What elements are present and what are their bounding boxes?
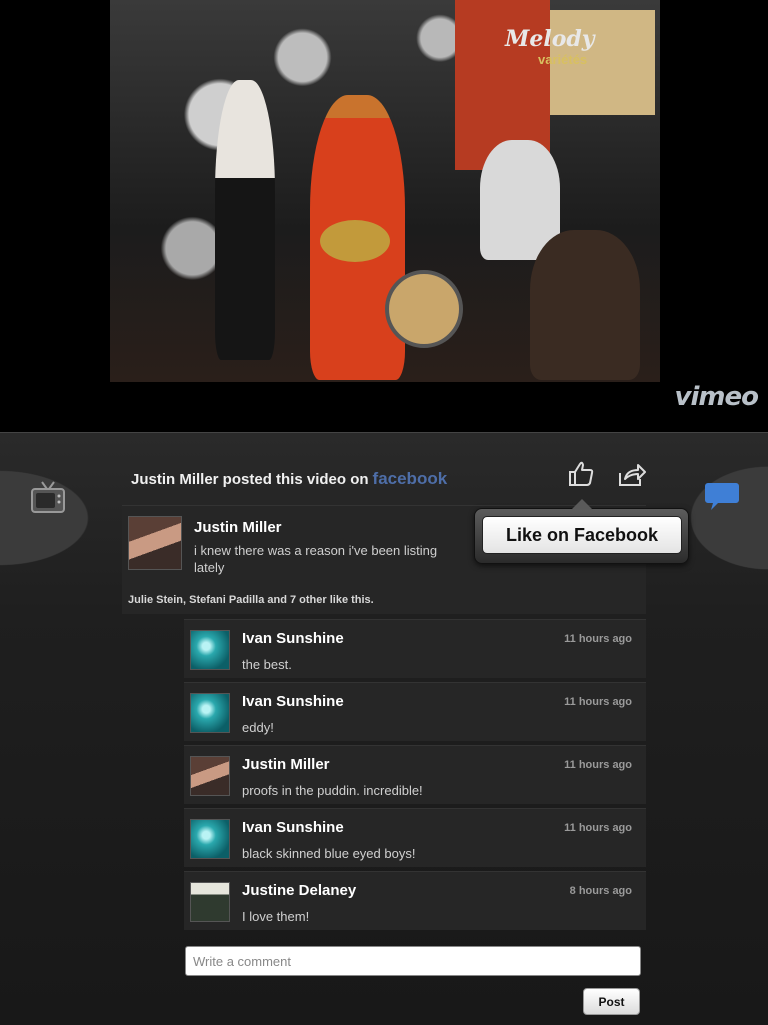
video-area: Melody variétés vimeo: [0, 0, 768, 432]
comment-row: Ivan Sunshine 11 hours ago the best.: [184, 619, 646, 678]
video-guitar: [320, 220, 390, 262]
tv-icon[interactable]: [30, 480, 66, 516]
thumbs-up-icon[interactable]: [566, 459, 596, 489]
comment-author[interactable]: Ivan Sunshine: [242, 630, 344, 647]
left-side-tab: [0, 458, 112, 578]
comment-row: Ivan Sunshine 11 hours ago eddy!: [184, 682, 646, 741]
post-author-name[interactable]: Justin Miller: [194, 519, 282, 536]
avatar[interactable]: [190, 756, 230, 796]
avatar[interactable]: [190, 819, 230, 859]
posted-text: Justin Miller posted this video on: [131, 471, 369, 488]
share-icon[interactable]: [617, 459, 647, 489]
comment-time: 11 hours ago: [564, 759, 632, 771]
avatar[interactable]: [190, 693, 230, 733]
video-drum: [385, 270, 463, 348]
like-popover: Like on Facebook: [474, 499, 689, 564]
video-figure: [215, 80, 275, 360]
comment-time: 8 hours ago: [569, 885, 632, 897]
comment-author[interactable]: Justine Delaney: [242, 882, 356, 899]
video-overlay-logo: Melody: [505, 26, 595, 52]
post-text: i knew there was a reason i've been list…: [194, 542, 464, 576]
post-text-line: i knew there was a reason i've been list…: [194, 543, 438, 558]
post-text-line: lately: [194, 560, 225, 575]
comment-time: 11 hours ago: [564, 696, 632, 708]
comments-panel: Justin Miller posted this video on facebo…: [0, 432, 768, 1025]
comment-author[interactable]: Ivan Sunshine: [242, 819, 344, 836]
posted-on-header: Justin Miller posted this video on facebo…: [131, 469, 447, 489]
comment-row: Justine Delaney 8 hours ago I love them!: [184, 871, 646, 930]
vimeo-logo: vimeo: [674, 382, 759, 412]
avatar[interactable]: [128, 516, 182, 570]
comment-text: I love them!: [242, 909, 310, 924]
avatar[interactable]: [190, 882, 230, 922]
comment-text: proofs in the puddin. incredible!: [242, 783, 423, 798]
right-side-tab: [678, 458, 768, 578]
chat-bubble-icon[interactable]: [704, 481, 740, 513]
comment-text: black skinned blue eyed boys!: [242, 846, 416, 861]
comment-row: Justin Miller 11 hours ago proofs in the…: [184, 745, 646, 804]
video-overlay-subtitle: variétés: [538, 52, 588, 67]
comment-author[interactable]: Ivan Sunshine: [242, 693, 344, 710]
like-on-facebook-button[interactable]: Like on Facebook: [482, 516, 682, 554]
comment-text: eddy!: [242, 720, 274, 735]
video-player[interactable]: Melody variétés: [110, 0, 660, 382]
likes-summary[interactable]: Julie Stein, Stefani Padilla and 7 other…: [128, 594, 374, 606]
comment-time: 11 hours ago: [564, 633, 632, 645]
facebook-link[interactable]: facebook: [373, 469, 448, 488]
video-figure: [530, 230, 640, 380]
comment-author[interactable]: Justin Miller: [242, 756, 330, 773]
comment-input[interactable]: [185, 946, 641, 976]
comment-time: 11 hours ago: [564, 822, 632, 834]
post-button[interactable]: Post: [583, 988, 640, 1015]
comment-text: the best.: [242, 657, 292, 672]
avatar[interactable]: [190, 630, 230, 670]
comment-row: Ivan Sunshine 11 hours ago black skinned…: [184, 808, 646, 867]
